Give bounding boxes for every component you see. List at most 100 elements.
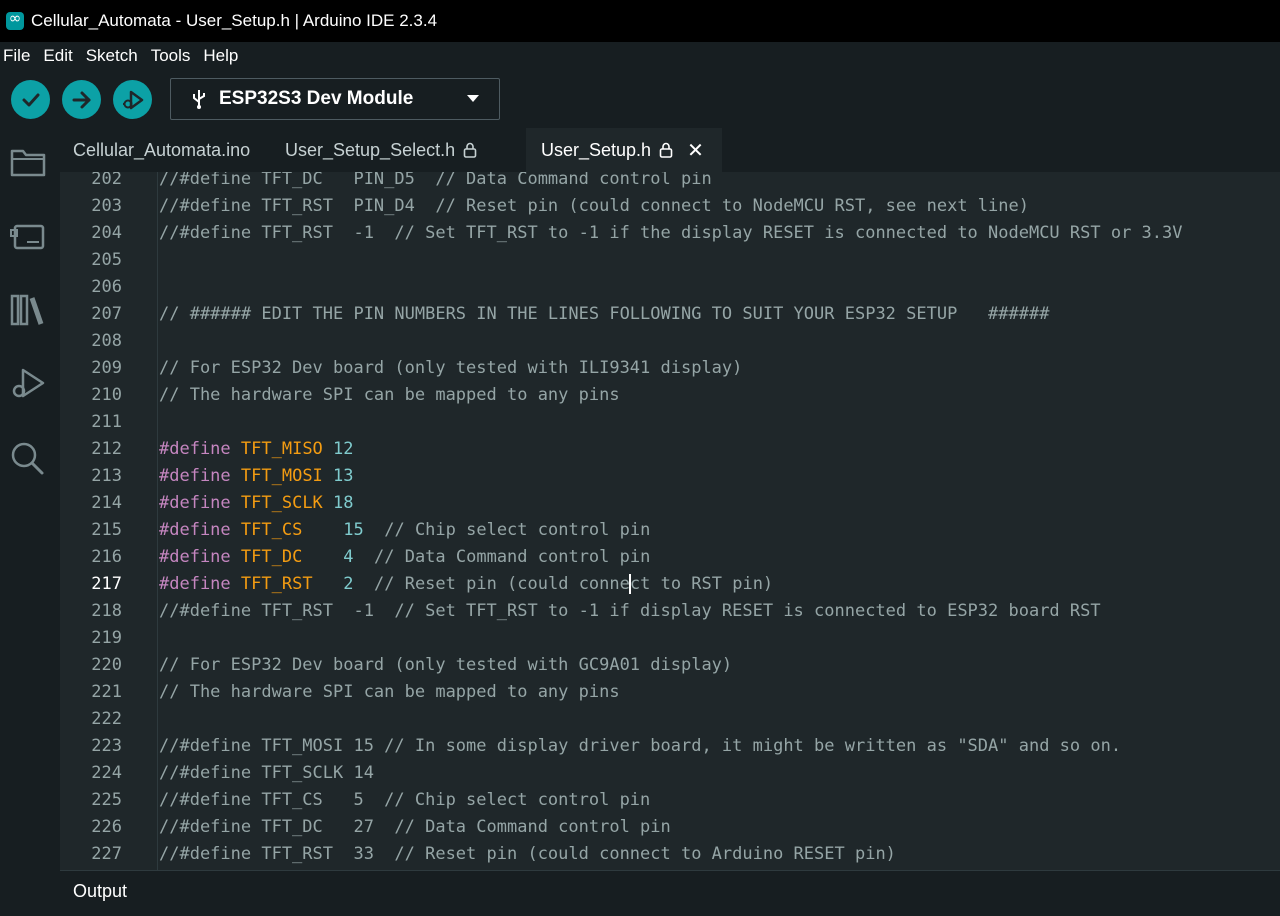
code-line[interactable]: 203 //#define TFT_RST PIN_D4 // Reset pin…	[60, 193, 1280, 220]
window-title: Cellular_Automata - User_Setup.h | Ardui…	[31, 11, 438, 30]
upload-icon	[72, 91, 90, 108]
macro-name: TFT_CS	[240, 520, 323, 540]
line-code: // ###### EDIT THE PIN NUMBERS IN THE LI…	[159, 304, 1050, 324]
macro-value: 15	[333, 520, 364, 540]
code-line[interactable]: 215 #define TFT_CS 15 // Chip select cont…	[60, 517, 1280, 544]
code-line[interactable]: 202 //#define TFT_DC PIN_D5 // Data Comma…	[60, 172, 1280, 193]
code-line[interactable]: 211	[60, 409, 1280, 436]
code-comment: // Reset pin (could connect to RST pin)	[353, 574, 774, 594]
library-manager-button[interactable]	[8, 290, 48, 330]
macro-name: TFT_DC	[240, 547, 323, 567]
code-line[interactable]: 222	[60, 706, 1280, 733]
code-line[interactable]: 212 #define TFT_MISO 12	[60, 436, 1280, 463]
verify-icon	[22, 93, 39, 106]
tab-label: User_Setup_Select.h	[285, 139, 456, 160]
line-code: //#define TFT_RST -1 // Set TFT_RST to -…	[159, 223, 1183, 243]
code-line[interactable]: 214 #define TFT_SCLK 18	[60, 490, 1280, 517]
code-line[interactable]: 208	[60, 328, 1280, 355]
line-code: //#define TFT_RST PIN_D4 // Reset pin (c…	[159, 196, 1029, 216]
upload-button[interactable]	[62, 80, 101, 119]
line-number: 220	[91, 655, 122, 675]
menu-sketch[interactable]: Sketch	[83, 46, 140, 66]
code-line[interactable]: 216 #define TFT_DC 4 // Data Command cont…	[60, 544, 1280, 571]
arduino-logo-icon	[6, 9, 24, 30]
code-line[interactable]: 206	[60, 274, 1280, 301]
code-line[interactable]: 218 //#define TFT_RST -1 // Set TFT_RST t…	[60, 598, 1280, 625]
editor-tabs: Cellular_Automata.ino User_Setup_Select.…	[60, 128, 1280, 172]
code-line[interactable]: 217 #define TFT_RST 2 // Reset pin (could…	[60, 571, 1280, 598]
board-name: ESP32S3 Dev Module	[219, 88, 414, 109]
preprocessor-keyword: #define	[159, 439, 231, 459]
lock-icon	[463, 142, 477, 158]
code-line[interactable]: 221 // The hardware SPI can be mapped to …	[60, 679, 1280, 706]
boards-manager-button[interactable]	[8, 216, 48, 256]
line-number: 224	[91, 763, 122, 783]
preprocessor-keyword: #define	[159, 466, 231, 486]
code-line[interactable]: 223 //#define TFT_MOSI 15 // In some disp…	[60, 733, 1280, 760]
line-code: #define TFT_DC 4 // Data Command control…	[159, 544, 650, 571]
line-number: 206	[91, 277, 122, 297]
code-line[interactable]: 224 //#define TFT_SCLK 14	[60, 760, 1280, 787]
line-code: //#define TFT_CS 5 // Chip select contro…	[159, 790, 651, 810]
preprocessor-keyword: #define	[159, 574, 231, 594]
line-number: 208	[91, 331, 122, 351]
line-code: // For ESP32 Dev board (only tested with…	[159, 358, 743, 378]
code-line[interactable]: 209 // For ESP32 Dev board (only tested w…	[60, 355, 1280, 382]
tab-label: Cellular_Automata.ino	[73, 139, 251, 160]
macro-value: 2	[333, 574, 354, 594]
menu-edit[interactable]: Edit	[40, 46, 74, 66]
line-number: 207	[91, 304, 122, 324]
line-number: 214	[91, 493, 122, 513]
line-number: 211	[91, 412, 122, 432]
menu-bar: File Edit Sketch Tools Help	[0, 42, 1280, 70]
tab-user-setup-h[interactable]: User_Setup.h ✕	[526, 128, 722, 172]
debug-panel-button[interactable]	[8, 364, 48, 404]
line-number: 204	[91, 223, 122, 243]
output-tab[interactable]: Output	[73, 881, 127, 902]
code-line[interactable]: 210 // The hardware SPI can be mapped to …	[60, 382, 1280, 409]
line-number: 225	[91, 790, 122, 810]
output-panel: Output	[60, 870, 1280, 916]
preprocessor-keyword: #define	[159, 547, 231, 567]
line-number: 203	[91, 196, 122, 216]
text-cursor	[628, 574, 631, 594]
macro-name: TFT_SCLK	[240, 493, 323, 513]
line-code: //#define TFT_RST 33 // Reset pin (could…	[159, 844, 896, 864]
code-line[interactable]: 207 // ###### EDIT THE PIN NUMBERS IN THE…	[60, 301, 1280, 328]
sketchbook-button[interactable]	[8, 142, 48, 182]
macro-name: TFT_MISO	[240, 439, 323, 459]
debug-play-icon	[12, 368, 45, 398]
macro-value: 18	[333, 493, 354, 513]
code-line[interactable]: 225 //#define TFT_CS 5 // Chip select con…	[60, 787, 1280, 814]
close-tab-button[interactable]: ✕	[687, 138, 704, 163]
menu-file[interactable]: File	[0, 46, 32, 66]
code-line[interactable]: 213 #define TFT_MOSI 13	[60, 463, 1280, 490]
line-number: 212	[91, 439, 122, 459]
line-number: 227	[91, 844, 122, 864]
code-line[interactable]: 227 //#define TFT_RST 33 // Reset pin (co…	[60, 841, 1280, 868]
search-button[interactable]	[8, 438, 48, 478]
verify-button[interactable]	[11, 80, 50, 119]
tab-user-setup-select-h[interactable]: User_Setup_Select.h	[272, 128, 512, 172]
line-code: //#define TFT_DC 27 // Data Command cont…	[159, 817, 671, 837]
chevron-down-icon	[467, 95, 479, 102]
code-line[interactable]: 204 //#define TFT_RST -1 // Set TFT_RST t…	[60, 220, 1280, 247]
menu-tools[interactable]: Tools	[148, 46, 193, 66]
code-line[interactable]: 219	[60, 625, 1280, 652]
line-number: 202	[91, 172, 122, 189]
code-line[interactable]: 205	[60, 247, 1280, 274]
code-line[interactable]: 220 // For ESP32 Dev board (only tested w…	[60, 652, 1280, 679]
board-selector[interactable]: ESP32S3 Dev Module	[170, 78, 500, 120]
code-line[interactable]: 226 //#define TFT_DC 27 // Data Command c…	[60, 814, 1280, 841]
tab-cellular-automata-ino[interactable]: Cellular_Automata.ino	[60, 128, 270, 172]
usb-icon	[193, 90, 205, 109]
debug-button[interactable]	[113, 80, 152, 119]
preprocessor-keyword: #define	[159, 520, 231, 540]
line-code: #define TFT_MISO 12	[159, 436, 354, 463]
line-number: 218	[91, 601, 122, 621]
line-code: // The hardware SPI can be mapped to any…	[159, 385, 620, 405]
line-number: 226	[91, 817, 122, 837]
menu-help[interactable]: Help	[200, 46, 240, 66]
code-editor[interactable]: 202 //#define TFT_DC PIN_D5 // Data Comma…	[60, 172, 1280, 870]
code-comment: // Chip select control pin	[363, 520, 651, 540]
